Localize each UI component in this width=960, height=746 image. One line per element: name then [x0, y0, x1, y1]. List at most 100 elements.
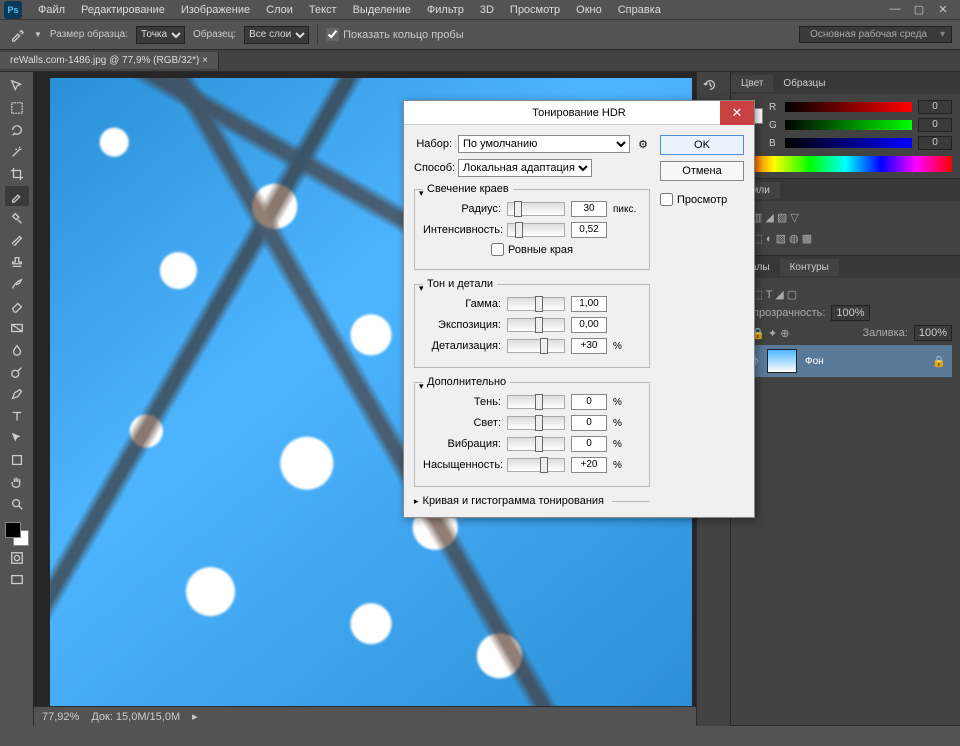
- exposure-slider[interactable]: [507, 318, 565, 332]
- curve-section[interactable]: ▸Кривая и гистограмма тонирования: [414, 495, 650, 507]
- saturation-slider[interactable]: [507, 458, 565, 472]
- radius-label: Радиус:: [423, 203, 501, 215]
- menu-3d[interactable]: 3D: [472, 2, 502, 18]
- zoom-level[interactable]: 77,92%: [42, 711, 79, 723]
- edge-glow-group: ▾ Свечение краев Радиус:30пикс. Интенсив…: [414, 183, 650, 270]
- highlight-value[interactable]: 0: [571, 415, 607, 431]
- strength-value[interactable]: 0,52: [571, 222, 607, 238]
- slider-b[interactable]: [785, 138, 912, 148]
- value-r[interactable]: 0: [918, 100, 952, 114]
- strength-slider[interactable]: [507, 223, 565, 237]
- menu-image[interactable]: Изображение: [173, 2, 258, 18]
- document-tab[interactable]: reWalls.com-1486.jpg @ 77,9% (RGB/32*) ×: [0, 52, 219, 69]
- stamp-tool-icon[interactable]: [5, 252, 29, 272]
- exposure-value[interactable]: 0,00: [571, 317, 607, 333]
- screenmode-icon[interactable]: [5, 570, 29, 590]
- detail-unit: %: [613, 341, 641, 352]
- collapse-icon[interactable]: ▾: [419, 381, 424, 392]
- brush-tool-icon[interactable]: [5, 230, 29, 250]
- menu-filter[interactable]: Фильтр: [419, 2, 472, 18]
- menu-edit[interactable]: Редактирование: [73, 2, 173, 18]
- shape-tool-icon[interactable]: [5, 450, 29, 470]
- highlight-slider[interactable]: [507, 416, 565, 430]
- color-panel: ЦветОбразцы R0 G0 B0: [731, 72, 960, 179]
- show-ring-checkbox[interactable]: Показать кольцо пробы: [326, 28, 464, 41]
- zoom-tool-icon[interactable]: [5, 494, 29, 514]
- blur-tool-icon[interactable]: [5, 340, 29, 360]
- detail-slider[interactable]: [507, 339, 565, 353]
- menu-help[interactable]: Справка: [610, 2, 669, 18]
- collapse-icon[interactable]: ▾: [419, 188, 424, 199]
- preview-checkbox[interactable]: Просмотр: [660, 193, 744, 206]
- saturation-value[interactable]: +20: [571, 457, 607, 473]
- lock-icon[interactable]: 🔒: [932, 355, 946, 368]
- method-select[interactable]: Локальная адаптация: [458, 159, 592, 177]
- wand-tool-icon[interactable]: [5, 142, 29, 162]
- vibrance-value[interactable]: 0: [571, 436, 607, 452]
- shadow-value[interactable]: 0: [571, 394, 607, 410]
- crop-tool-icon[interactable]: [5, 164, 29, 184]
- sample-select[interactable]: Все слои: [244, 26, 309, 44]
- radius-slider[interactable]: [507, 202, 565, 216]
- tab-color[interactable]: Цвет: [731, 75, 773, 92]
- chevron-down-icon[interactable]: ▼: [34, 30, 42, 39]
- opacity-value[interactable]: 100%: [831, 305, 869, 321]
- gamma-slider[interactable]: [507, 297, 565, 311]
- heal-tool-icon[interactable]: [5, 208, 29, 228]
- history-brush-icon[interactable]: [5, 274, 29, 294]
- shadow-slider[interactable]: [507, 395, 565, 409]
- gradient-tool-icon[interactable]: [5, 318, 29, 338]
- ok-button[interactable]: OK: [660, 135, 744, 155]
- dialog-title: Тонирование HDR: [532, 107, 626, 119]
- tone-legend: Тон и детали: [423, 278, 497, 290]
- dialog-close-button[interactable]: ✕: [720, 101, 754, 125]
- menu-view[interactable]: Просмотр: [502, 2, 568, 18]
- radius-value[interactable]: 30: [571, 201, 607, 217]
- dialog-titlebar[interactable]: Тонирование HDR ✕: [404, 101, 754, 125]
- menu-text[interactable]: Текст: [301, 2, 345, 18]
- lasso-tool-icon[interactable]: [5, 120, 29, 140]
- menu-layer[interactable]: Слои: [258, 2, 301, 18]
- chevron-right-icon[interactable]: ▸: [192, 710, 198, 723]
- gear-icon[interactable]: ⚙: [636, 138, 650, 151]
- path-tool-icon[interactable]: [5, 428, 29, 448]
- quickmask-icon[interactable]: [5, 548, 29, 568]
- color-swatch[interactable]: [5, 522, 29, 546]
- sample-size-select[interactable]: Точка: [136, 26, 185, 44]
- eyedropper-tool-icon[interactable]: [5, 186, 29, 206]
- move-tool-icon[interactable]: [5, 76, 29, 96]
- fill-value[interactable]: 100%: [914, 325, 952, 341]
- window-close-icon[interactable]: ✕: [936, 3, 950, 16]
- value-g[interactable]: 0: [918, 118, 952, 132]
- dodge-tool-icon[interactable]: [5, 362, 29, 382]
- gamma-value[interactable]: 1,00: [571, 296, 607, 312]
- menu-window[interactable]: Окно: [568, 2, 610, 18]
- eraser-tool-icon[interactable]: [5, 296, 29, 316]
- menu-select[interactable]: Выделение: [345, 2, 419, 18]
- history-panel-icon[interactable]: [703, 78, 725, 100]
- detail-value[interactable]: +30: [571, 338, 607, 354]
- menu-file[interactable]: Файл: [30, 2, 73, 18]
- spectrum-bar[interactable]: [739, 156, 952, 172]
- slider-r[interactable]: [785, 102, 912, 112]
- tab-paths[interactable]: Контуры: [780, 259, 839, 276]
- hand-tool-icon[interactable]: [5, 472, 29, 492]
- channel-b-label: B: [769, 138, 779, 149]
- type-tool-icon[interactable]: [5, 406, 29, 426]
- smooth-edges-checkbox[interactable]: Ровные края: [491, 243, 573, 256]
- tab-swatches[interactable]: Образцы: [773, 75, 835, 92]
- marquee-tool-icon[interactable]: [5, 98, 29, 118]
- slider-g[interactable]: [785, 120, 912, 130]
- window-minimize-icon[interactable]: —: [888, 3, 902, 16]
- status-bar: 77,92% Док: 15,0M/15,0M ▸: [34, 706, 696, 726]
- layer-row[interactable]: 👁 Фон 🔒: [739, 345, 952, 377]
- vibrance-slider[interactable]: [507, 437, 565, 451]
- pen-tool-icon[interactable]: [5, 384, 29, 404]
- cancel-button[interactable]: Отмена: [660, 161, 744, 181]
- collapse-icon[interactable]: ▾: [419, 283, 424, 294]
- preset-select[interactable]: По умолчанию: [458, 135, 630, 153]
- app-logo: Ps: [4, 1, 22, 19]
- window-maximize-icon[interactable]: ▢: [912, 3, 926, 16]
- value-b[interactable]: 0: [918, 136, 952, 150]
- workspace-selector[interactable]: Основная рабочая среда: [799, 26, 952, 43]
